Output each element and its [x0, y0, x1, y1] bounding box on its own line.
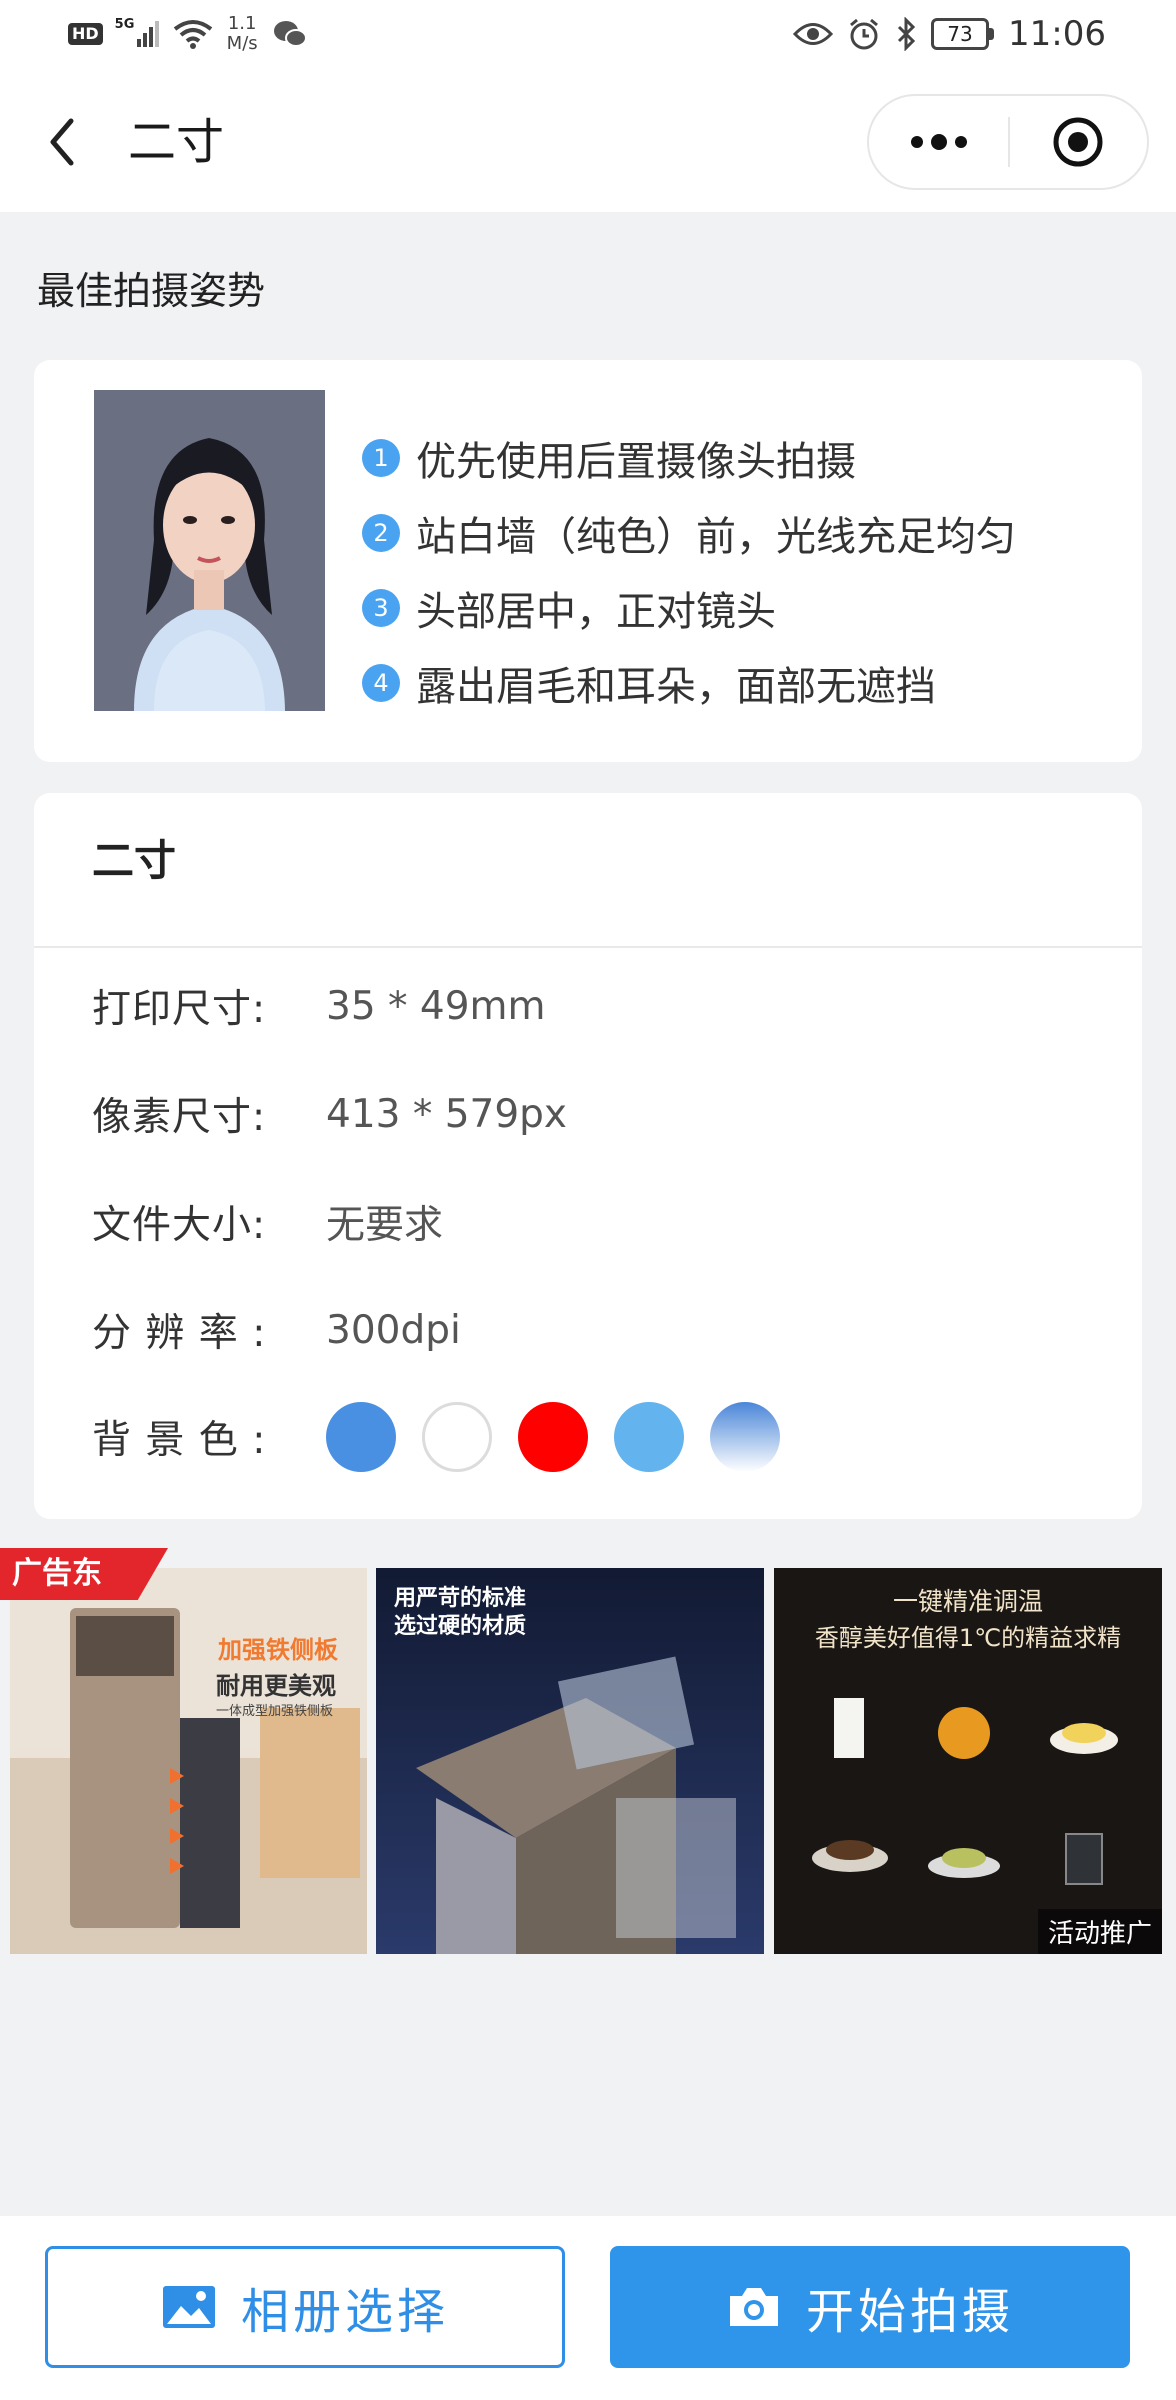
tips-heading: 最佳拍摄姿势: [37, 269, 266, 313]
bluetooth-icon: [897, 17, 916, 51]
alarm-icon: [850, 18, 878, 50]
tips-card: 1 优先使用后置摄像头拍摄 2 站白墙（纯色）前，光线充足均匀 3 头部居中，正对镜头…: [34, 360, 1142, 762]
chevron-left-icon: [50, 118, 74, 166]
spec-key: 像素尺寸:: [92, 1095, 267, 1140]
spec-value: 413 * 579px: [326, 1091, 568, 1137]
spec-row-pixel-size: 像素尺寸: 413 * 579px: [92, 1079, 567, 1149]
tip-text: 头部居中，正对镜头: [416, 588, 776, 635]
ad-subline: 选过硬的材质: [394, 1614, 527, 1639]
ad-subline: 香醇美好值得1℃的精益求精: [814, 1624, 1122, 1652]
close-miniprogram-button[interactable]: [1010, 96, 1147, 188]
background-color-options: [326, 1402, 780, 1472]
ad-banner[interactable]: 加强铁侧板 耐用更美观 一体成型加强铁侧板 广告东 用严苛的标准 选过硬的材质: [0, 1546, 1176, 1966]
spec-key: 分 辨 率 :: [92, 1311, 267, 1356]
spec-key: 背 景 色 :: [92, 1418, 267, 1463]
album-select-label: 相册选择: [240, 2284, 449, 2340]
divider: [34, 946, 1142, 948]
spec-value: 300dpi: [326, 1307, 461, 1353]
wifi-icon: [173, 20, 212, 49]
bottom-bar: 相册选择 开始拍摄: [0, 2216, 1176, 2400]
ad-headline: 一键精准调温: [892, 1587, 1043, 1616]
tip-text: 站白墙（纯色）前，光线充足均匀: [416, 513, 1016, 560]
battery-level: 73: [931, 18, 990, 50]
signal-icon: 5G: [115, 17, 159, 47]
list-item: 4 露出眉毛和耳朵，面部无遮挡: [362, 645, 1016, 720]
spec-row-print-size: 打印尺寸: 35 * 49mm: [92, 971, 546, 1041]
spec-row-resolution: 分 辨 率 : 300dpi: [92, 1295, 461, 1365]
miniprogram-capsule: [867, 94, 1149, 190]
list-item: 2 站白墙（纯色）前，光线充足均匀: [362, 495, 1016, 570]
spec-value: 35 * 49mm: [326, 983, 546, 1029]
more-dots-icon: [910, 134, 967, 150]
spec-row-background: 背 景 色 :: [92, 1402, 780, 1472]
color-swatch-blue[interactable]: [326, 1402, 396, 1472]
tip-text: 优先使用后置摄像头拍摄: [416, 438, 856, 485]
start-shoot-button[interactable]: 开始拍摄: [610, 2246, 1130, 2368]
start-shoot-label: 开始拍摄: [805, 2284, 1014, 2340]
eye-icon: [793, 23, 834, 45]
spec-key: 文件大小:: [92, 1203, 267, 1248]
target-icon: [1053, 117, 1103, 167]
nav-header: 二寸: [0, 72, 1176, 212]
sample-portrait: [94, 390, 325, 711]
step-number: 1: [362, 438, 400, 477]
battery-icon: 73: [931, 18, 995, 50]
spec-value: 无要求: [326, 1203, 444, 1248]
status-bar: HD 5G 1.1 M/s 73 11:06: [0, 0, 1176, 72]
clock: 11:06: [1008, 14, 1106, 54]
net-speed-value: 1.1: [227, 13, 257, 34]
list-item: 1 优先使用后置摄像头拍摄: [362, 420, 1016, 495]
ad-image-1[interactable]: 加强铁侧板 耐用更美观 一体成型加强铁侧板: [10, 1568, 367, 1954]
wechat-icon: [273, 21, 307, 47]
album-select-button[interactable]: 相册选择: [45, 2246, 565, 2368]
ad-image-3[interactable]: 一键精准调温 香醇美好值得1℃的精益求精 活动推广: [774, 1568, 1162, 1954]
tips-list: 1 优先使用后置摄像头拍摄 2 站白墙（纯色）前，光线充足均匀 3 头部居中，正对镜头…: [362, 420, 1016, 720]
ad-image-2[interactable]: 用严苛的标准 选过硬的材质: [376, 1568, 764, 1954]
ad-headline: 加强铁侧板: [218, 1636, 338, 1664]
ad-promo-tag: 活动推广: [1037, 1909, 1162, 1954]
image-icon: [162, 2286, 215, 2328]
spec-key: 打印尺寸:: [92, 987, 267, 1032]
step-number: 2: [362, 513, 400, 552]
ad-subline: 耐用更美观: [216, 1672, 336, 1700]
hd-badge: HD: [68, 23, 103, 45]
color-swatch-white[interactable]: [422, 1402, 492, 1472]
spec-title: 二寸: [92, 836, 177, 885]
spec-row-file-size: 文件大小: 无要求: [92, 1187, 443, 1257]
list-item: 3 头部居中，正对镜头: [362, 570, 1016, 645]
page-title: 二寸: [128, 114, 225, 170]
more-button[interactable]: [869, 96, 1008, 188]
camera-icon: [729, 2288, 778, 2326]
color-swatch-red[interactable]: [518, 1402, 588, 1472]
back-button[interactable]: [30, 110, 94, 174]
tip-text: 露出眉毛和耳朵，面部无遮挡: [416, 663, 936, 710]
spec-card: 二寸 打印尺寸: 35 * 49mm 像素尺寸: 413 * 579px 文件大…: [34, 793, 1142, 1519]
step-number: 3: [362, 588, 400, 627]
net-speed: 1.1 M/s: [227, 14, 258, 54]
step-number: 4: [362, 663, 400, 702]
network-label: 5G: [114, 17, 135, 32]
ad-caption: 一体成型加强铁侧板: [216, 1704, 334, 1719]
net-speed-unit: M/s: [226, 33, 258, 54]
color-swatch-gradient[interactable]: [710, 1402, 780, 1472]
color-swatch-light-blue[interactable]: [614, 1402, 684, 1472]
